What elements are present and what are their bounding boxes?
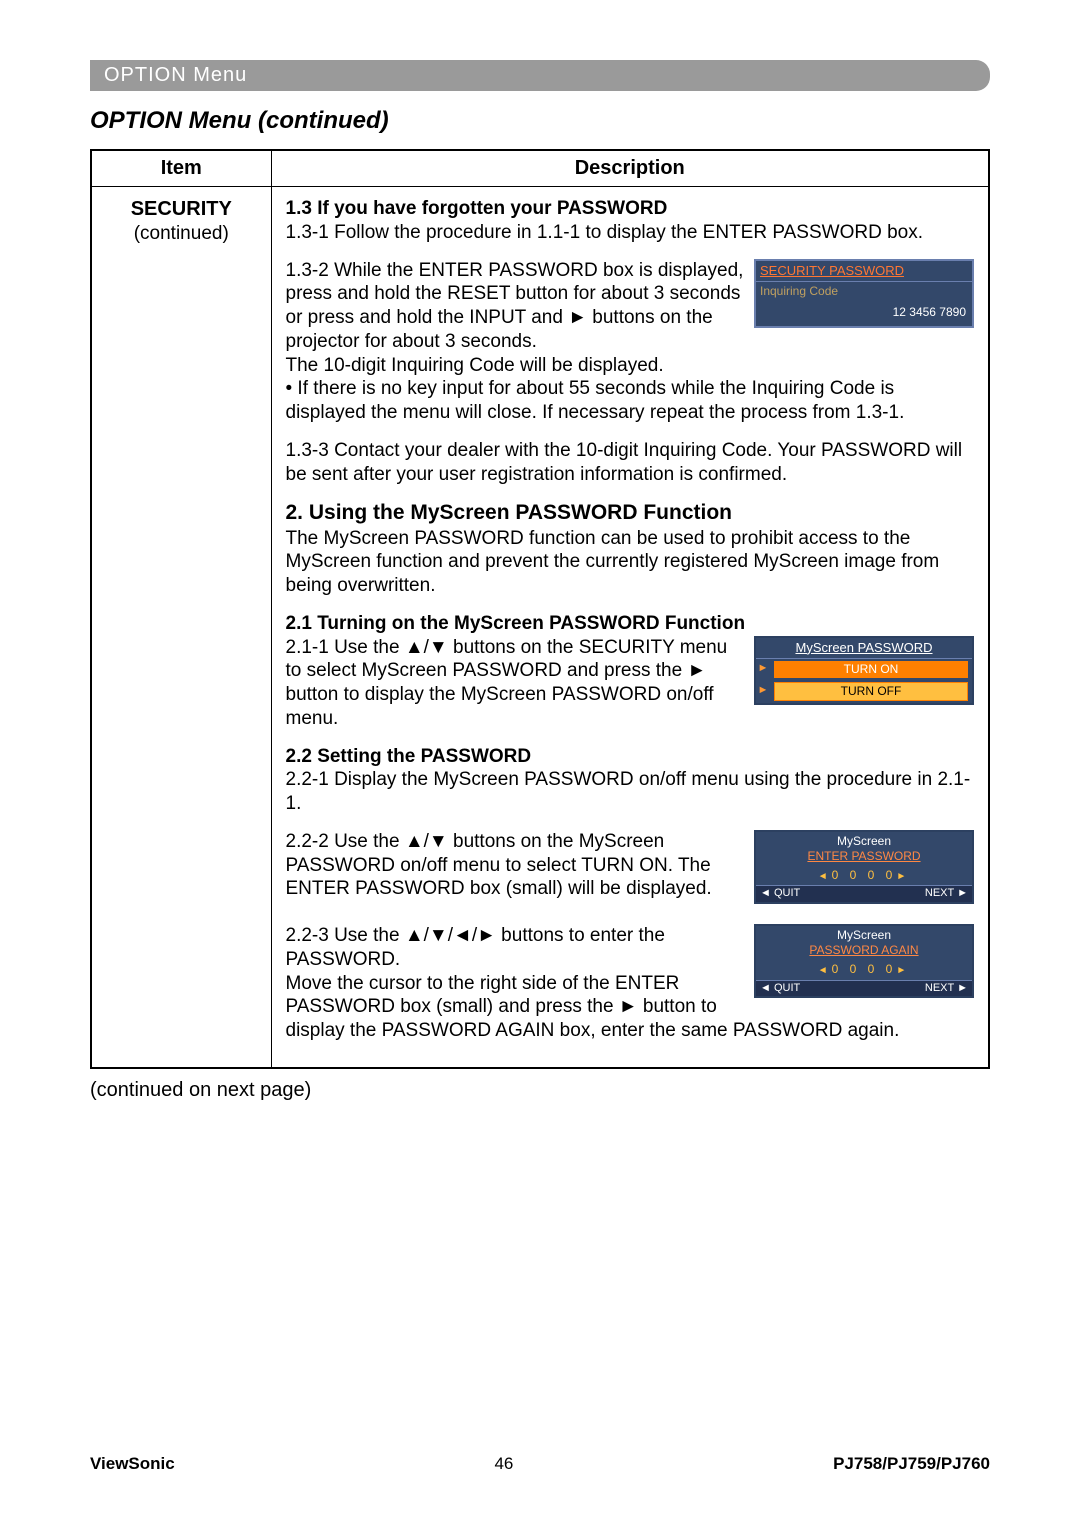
osd3-next: NEXT ► [925, 887, 968, 901]
osd4-t2: PASSWORD AGAIN [756, 943, 972, 960]
osd-enter-password-box: MyScreen ENTER PASSWORD ◄0 0 0 0► ◄ QUIT… [754, 830, 974, 904]
col-header-item: Item [91, 150, 271, 187]
section-2-1-title: 2.1 Turning on the MyScreen PASSWORD Fun… [286, 612, 975, 636]
osd4-digits: ◄0 0 0 0► [756, 960, 972, 980]
description-cell: 1.3 If you have forgotten your PASSWORD … [271, 187, 989, 1068]
page-footer: ViewSonic 46 PJ758/PJ759/PJ760 [90, 1454, 990, 1474]
osd2-title: MyScreen PASSWORD [756, 638, 972, 659]
osd-myscreen-password-menu: MyScreen PASSWORD ► TURN ON ► TURN OFF [754, 636, 974, 705]
osd3-digits: ◄0 0 0 0► [756, 866, 972, 886]
osd3-t1: MyScreen [756, 832, 972, 849]
section-1-3-title: 1.3 If you have forgotten your PASSWORD [286, 197, 975, 221]
text-2-2-1: 2.2-1 Display the MyScreen PASSWORD on/o… [286, 768, 975, 816]
osd3-quit: ◄ QUIT [760, 887, 800, 901]
osd3-t2: ENTER PASSWORD [756, 849, 972, 866]
section-2-2-title: 2.2 Setting the PASSWORD [286, 745, 975, 769]
text-1-3-3: 1.3-3 Contact your dealer with the 10-di… [286, 439, 975, 487]
item-cell: SECURITY (continued) [91, 187, 271, 1068]
osd2-arrow-on: ► [756, 662, 770, 676]
osd2-turn-on: TURN ON [774, 661, 968, 678]
section-2-intro: The MyScreen PASSWORD function can be us… [286, 527, 975, 598]
osd1-sub: Inquiring Code [756, 282, 972, 301]
osd4-quit: ◄ QUIT [760, 982, 800, 996]
osd1-code: 12 3456 7890 [756, 301, 972, 326]
footer-brand: ViewSonic [90, 1454, 175, 1474]
osd1-title: SECURITY PASSWORD [756, 261, 972, 282]
option-table: Item Description SECURITY (continued) 1.… [90, 149, 990, 1069]
osd2-arrow-off: ► [756, 684, 770, 698]
text-1-3-2b: The 10-digit Inquiring Code will be disp… [286, 354, 975, 378]
col-header-desc: Description [271, 150, 989, 187]
item-label: SECURITY [106, 197, 257, 222]
osd4-t1: MyScreen [756, 926, 972, 943]
footer-page-number: 46 [494, 1454, 513, 1474]
section-banner: OPTION Menu [90, 60, 990, 91]
osd4-next: NEXT ► [925, 982, 968, 996]
osd-password-again-box: MyScreen PASSWORD AGAIN ◄0 0 0 0► ◄ QUIT… [754, 924, 974, 998]
osd-security-password-box: SECURITY PASSWORD Inquiring Code 12 3456… [754, 259, 974, 328]
page-heading: OPTION Menu (continued) [90, 107, 990, 135]
osd2-turn-off: TURN OFF [774, 682, 968, 701]
footer-models: PJ758/PJ759/PJ760 [833, 1454, 990, 1474]
section-2-title: 2. Using the MyScreen PASSWORD Function [286, 500, 975, 526]
continued-note: (continued on next page) [90, 1079, 990, 1102]
text-1-3-2c: • If there is no key input for about 55 … [286, 377, 975, 425]
manual-page: OPTION Menu OPTION Menu (continued) Item… [0, 0, 1080, 1142]
item-sub: (continued) [106, 222, 257, 246]
text-1-3-1: 1.3-1 Follow the procedure in 1.1-1 to d… [286, 221, 975, 245]
